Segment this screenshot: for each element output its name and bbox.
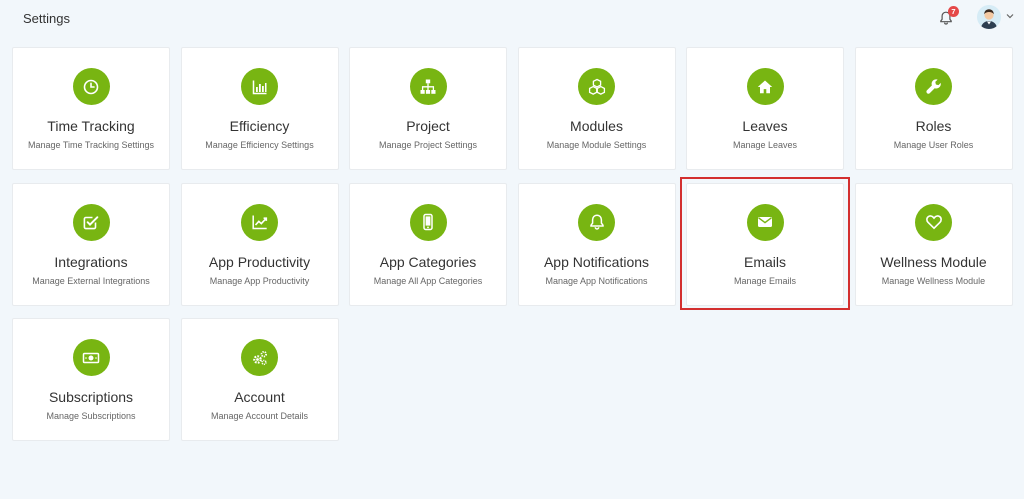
bar-chart-icon — [241, 68, 278, 105]
card-subtitle: Manage Account Details — [210, 411, 309, 421]
card-title: Wellness Module — [880, 253, 987, 270]
card-integrations[interactable]: Integrations Manage External Integration… — [12, 182, 170, 306]
home-icon — [746, 68, 784, 105]
card-subtitle: Manage External Integrations — [32, 275, 150, 286]
bell-icon — [578, 203, 615, 241]
card-subtitle: Manage Module Settings — [546, 140, 647, 150]
card-title: Project — [406, 118, 450, 134]
card-subtitle: Manage App Productivity — [209, 275, 310, 286]
card-subtitle: Manage Wellness Module — [881, 275, 986, 286]
card-app-productivity[interactable]: App Productivity Manage App Productivity — [180, 182, 339, 306]
card-project[interactable]: Project Manage Project Settings — [349, 47, 507, 170]
notification-badge: 7 — [948, 6, 959, 17]
money-icon — [72, 339, 110, 376]
checkbox-icon — [72, 203, 110, 241]
settings-grid: Time Tracking Manage Time Tracking Setti… — [12, 47, 1013, 441]
card-title: Leaves — [742, 118, 788, 134]
card-subtitle: Manage App Notifications — [545, 275, 648, 286]
card-subtitle: Manage Efficiency Settings — [205, 140, 314, 150]
card-title: Time Tracking — [47, 118, 135, 134]
card-title: Emails — [743, 253, 786, 270]
card-title: App Productivity — [208, 253, 311, 270]
card-leaves[interactable]: Leaves Manage Leaves — [686, 47, 844, 170]
card-emails[interactable]: Emails Manage Emails — [686, 182, 844, 306]
card-subtitle: Manage Subscriptions — [46, 411, 136, 421]
cubes-icon — [578, 68, 615, 105]
card-wellness-module[interactable]: Wellness Module Manage Wellness Module — [854, 182, 1013, 306]
card-efficiency[interactable]: Efficiency Manage Efficiency Settings — [180, 47, 339, 170]
envelope-icon — [746, 203, 784, 241]
clock-icon — [72, 68, 110, 105]
card-modules[interactable]: Modules Manage Module Settings — [517, 47, 676, 170]
card-title: Modules — [570, 118, 623, 134]
card-title: Roles — [915, 118, 952, 134]
user-avatar-icon — [977, 5, 1001, 29]
chevron-down-icon[interactable] — [1006, 13, 1014, 19]
card-title: Subscriptions — [48, 389, 134, 405]
card-app-notifications[interactable]: App Notifications Manage App Notificatio… — [517, 182, 676, 306]
wrench-icon — [915, 68, 952, 105]
card-subscriptions[interactable]: Subscriptions Manage Subscriptions — [12, 318, 170, 441]
card-app-categories[interactable]: App Categories Manage All App Categories — [349, 182, 507, 306]
card-subtitle: Manage All App Categories — [373, 275, 483, 286]
top-bar: Settings 7 — [0, 0, 1024, 36]
heart-icon — [915, 203, 952, 241]
card-title: Efficiency — [229, 118, 290, 134]
avatar[interactable] — [977, 5, 1001, 29]
card-subtitle: Manage Time Tracking Settings — [27, 140, 155, 150]
trend-chart-icon — [241, 203, 278, 241]
cogs-icon — [241, 339, 278, 376]
card-subtitle: Manage User Roles — [893, 140, 974, 150]
hierarchy-icon — [409, 68, 447, 105]
card-account[interactable]: Account Manage Account Details — [180, 318, 339, 441]
card-title: App Notifications — [543, 253, 650, 270]
card-title: Integrations — [54, 253, 128, 270]
card-subtitle: Manage Leaves — [732, 140, 798, 150]
card-roles[interactable]: Roles Manage User Roles — [854, 47, 1013, 170]
page-title: Settings — [23, 11, 70, 26]
card-title: App Categories — [379, 253, 477, 270]
mobile-icon — [409, 203, 447, 241]
card-title: Account — [234, 389, 285, 405]
card-subtitle: Manage Emails — [733, 275, 797, 286]
card-subtitle: Manage Project Settings — [378, 140, 478, 150]
card-time-tracking[interactable]: Time Tracking Manage Time Tracking Setti… — [12, 47, 170, 170]
